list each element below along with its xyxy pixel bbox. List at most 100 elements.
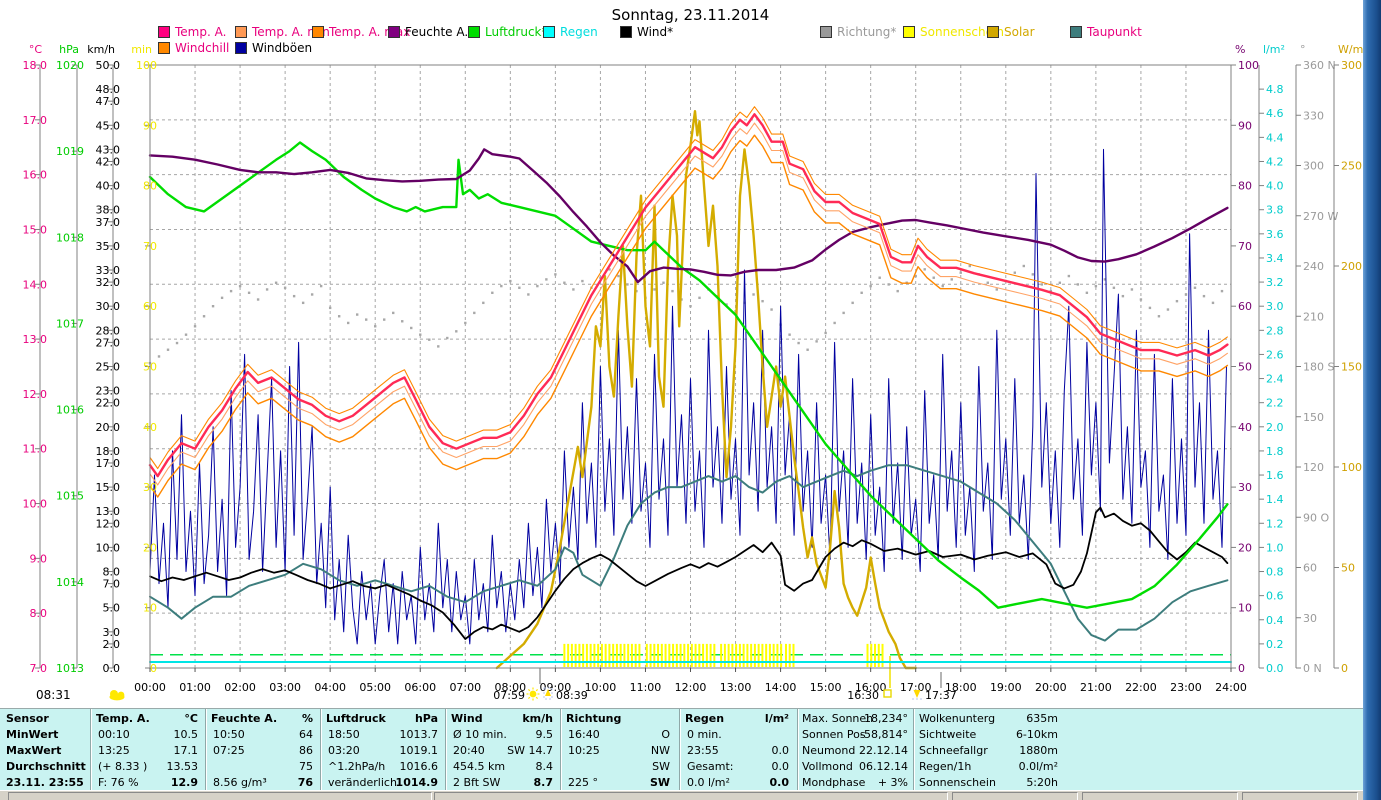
axis-tick-label: 37.0 bbox=[96, 216, 121, 229]
axis-tick-label: 15.0 bbox=[96, 481, 121, 494]
axis-tick-label: 360 N bbox=[1303, 59, 1336, 72]
table-col-unit: km/h bbox=[522, 712, 553, 725]
axis-tick-label: 240 bbox=[1303, 260, 1324, 273]
cloud-icon bbox=[109, 690, 125, 701]
x-tick-label: 12:00 bbox=[675, 681, 707, 694]
axis-unit-label: hPa bbox=[59, 43, 79, 56]
table-row-label: Durchschnitt bbox=[6, 760, 86, 773]
table-cell-value: 0.0 bbox=[771, 744, 790, 757]
axis-tick-label: 7.0 bbox=[30, 662, 48, 675]
x-tick-label: 00:00 bbox=[134, 681, 166, 694]
axis-tick-label: 32.0 bbox=[96, 276, 121, 289]
axis-tick-label: 13.0 bbox=[96, 505, 121, 518]
table-cell-value: 10.5 bbox=[173, 728, 199, 741]
table-cell-value: 8.7 bbox=[533, 776, 554, 789]
axis-tick-label: 2.0 bbox=[103, 638, 121, 651]
axis-marker-time: 16:30 bbox=[847, 689, 879, 702]
axis-tick-label: 0.0 bbox=[1266, 662, 1284, 675]
axis-tick-label: 0.0 bbox=[103, 662, 121, 675]
axis-tick-label: 2.8 bbox=[1266, 324, 1284, 337]
axis-tick-label: 0.8 bbox=[1266, 566, 1284, 579]
axis-unit-label: °C bbox=[29, 43, 43, 56]
table-separator-highlight bbox=[91, 709, 92, 791]
axis-tick-label: 25.0 bbox=[96, 361, 121, 374]
axis-tick-label: 0.6 bbox=[1266, 590, 1284, 603]
axis-pressure: hPa 1020 1019 1018 1017 1016 1015 1014 1013 bbox=[56, 43, 84, 675]
series-richtung-dots bbox=[148, 264, 1224, 365]
axis-tick-label: 50 bbox=[143, 361, 157, 374]
axis-tick-label: 17.0 bbox=[96, 457, 121, 470]
weather-app-window: Sonntag, 23.11.2014 Temp. A. Temp. A. min… bbox=[0, 0, 1381, 800]
x-tick-label: 03:00 bbox=[269, 681, 301, 694]
status-panel bbox=[952, 792, 1078, 800]
axis-tick-label: 8.0 bbox=[103, 566, 121, 579]
grid-lines bbox=[150, 65, 1231, 668]
axis-unit-label: % bbox=[1235, 43, 1245, 56]
info-value: 18,234° bbox=[864, 712, 908, 725]
axis-tick-label: 250 bbox=[1341, 160, 1362, 173]
series-luftdruck bbox=[148, 141, 1229, 609]
x-tick-label: 24:00 bbox=[1215, 681, 1247, 694]
axis-marker-time: 07:59 bbox=[493, 689, 525, 702]
status-panel bbox=[1082, 792, 1238, 800]
table-cell-value: 1013.7 bbox=[399, 728, 439, 741]
axis-rain: l/m² 4.8 4.6 4.4 4.2 4.0 3.8 3.6 3.4 3.2 3.0 2.8 2.6… bbox=[1258, 43, 1285, 675]
table-row-label: 23.11. 23:55 bbox=[6, 776, 84, 789]
corner-annotation: 08:31 bbox=[36, 688, 125, 702]
info-value: 635m bbox=[1026, 712, 1058, 725]
axis-tick-label: 15.0 bbox=[23, 223, 48, 236]
axis-tick-label: 4.2 bbox=[1266, 155, 1284, 168]
axis-tick-label: 180 S bbox=[1303, 361, 1334, 374]
table-cell-value: 12.9 bbox=[170, 776, 198, 789]
table-cell-value: SW 14.7 bbox=[507, 744, 553, 757]
status-bar bbox=[0, 790, 1363, 800]
axis-tick-label: 60 bbox=[143, 300, 157, 313]
axis-tick-label: 1019 bbox=[56, 145, 84, 158]
axis-tick-label: 4.8 bbox=[1266, 83, 1284, 96]
axis-wind: km/h 50.0 48.047.0 45.0 43.042.0 40.0 38.037.0… bbox=[87, 43, 120, 675]
info-value: + 3% bbox=[877, 776, 908, 789]
axis-tick-label: 27.0 bbox=[96, 336, 121, 349]
axis-tick-label: 1020 bbox=[56, 59, 84, 72]
table-cell-value: 0.0 bbox=[769, 776, 790, 789]
axis-unit-label: min bbox=[131, 43, 152, 56]
axis-tick-label: 0 bbox=[1238, 662, 1245, 675]
status-panel bbox=[434, 792, 948, 800]
axis-tick-label: 80 bbox=[143, 180, 157, 193]
axis-tick-label: 1016 bbox=[56, 404, 84, 417]
axis-tick-label: 22.0 bbox=[96, 397, 121, 410]
axis-tick-label: 70 bbox=[1238, 240, 1252, 253]
axis-tick-label: 1018 bbox=[56, 231, 84, 244]
axis-tick-label: 1015 bbox=[56, 490, 84, 503]
table-separator-highlight bbox=[321, 709, 322, 791]
axis-temp: °C 18.0 17.0 16.0 15.0 14.0 13.0 12.0 11.0 10.0 9.… bbox=[23, 43, 48, 675]
table-cell-value: 86 bbox=[299, 744, 313, 757]
axis-tick-label: 70 bbox=[143, 240, 157, 253]
x-tick-label: 20:00 bbox=[1035, 681, 1067, 694]
axis-tick-label: 3.0 bbox=[1266, 300, 1284, 313]
axis-tick-label: 47.0 bbox=[96, 95, 121, 108]
table-separator-highlight bbox=[206, 709, 207, 791]
info-value: 1880m bbox=[1019, 744, 1058, 757]
table-cell-value: 76 bbox=[297, 776, 313, 789]
axis-tick-label: 0 bbox=[150, 662, 157, 675]
axis-tick-label: 30 bbox=[1303, 612, 1317, 625]
status-panel bbox=[1242, 792, 1358, 800]
axis-tick-label: 18.0 bbox=[23, 59, 48, 72]
table-col-header: Richtung bbox=[566, 712, 622, 725]
axis-direction: ° 360 N 330 300 270 W 240 210 180 S 150 120 90 O 60… bbox=[1295, 43, 1338, 675]
axis-tick-label: 48.0 bbox=[96, 83, 121, 96]
axis-tick-label: 45.0 bbox=[96, 119, 121, 132]
axis-tick-label: 50 bbox=[1341, 562, 1355, 575]
axis-tick-label: 1017 bbox=[56, 317, 84, 330]
axis-tick-label: 4.4 bbox=[1266, 131, 1284, 144]
axis-tick-label: 9.0 bbox=[30, 552, 48, 565]
table-separator-highlight bbox=[561, 709, 562, 791]
table-separator-highlight bbox=[680, 709, 681, 791]
weather-chart[interactable]: °C18.017.016.015.014.013.012.011.010.09.… bbox=[0, 0, 1381, 710]
axis-tick-label: 30.0 bbox=[96, 300, 121, 313]
axis-tick-label: 18.0 bbox=[96, 445, 121, 458]
axis-tick-label: 150 bbox=[1341, 361, 1362, 374]
axis-tick-label: 3.6 bbox=[1266, 228, 1284, 241]
axis-tick-label: 0.2 bbox=[1266, 638, 1284, 651]
